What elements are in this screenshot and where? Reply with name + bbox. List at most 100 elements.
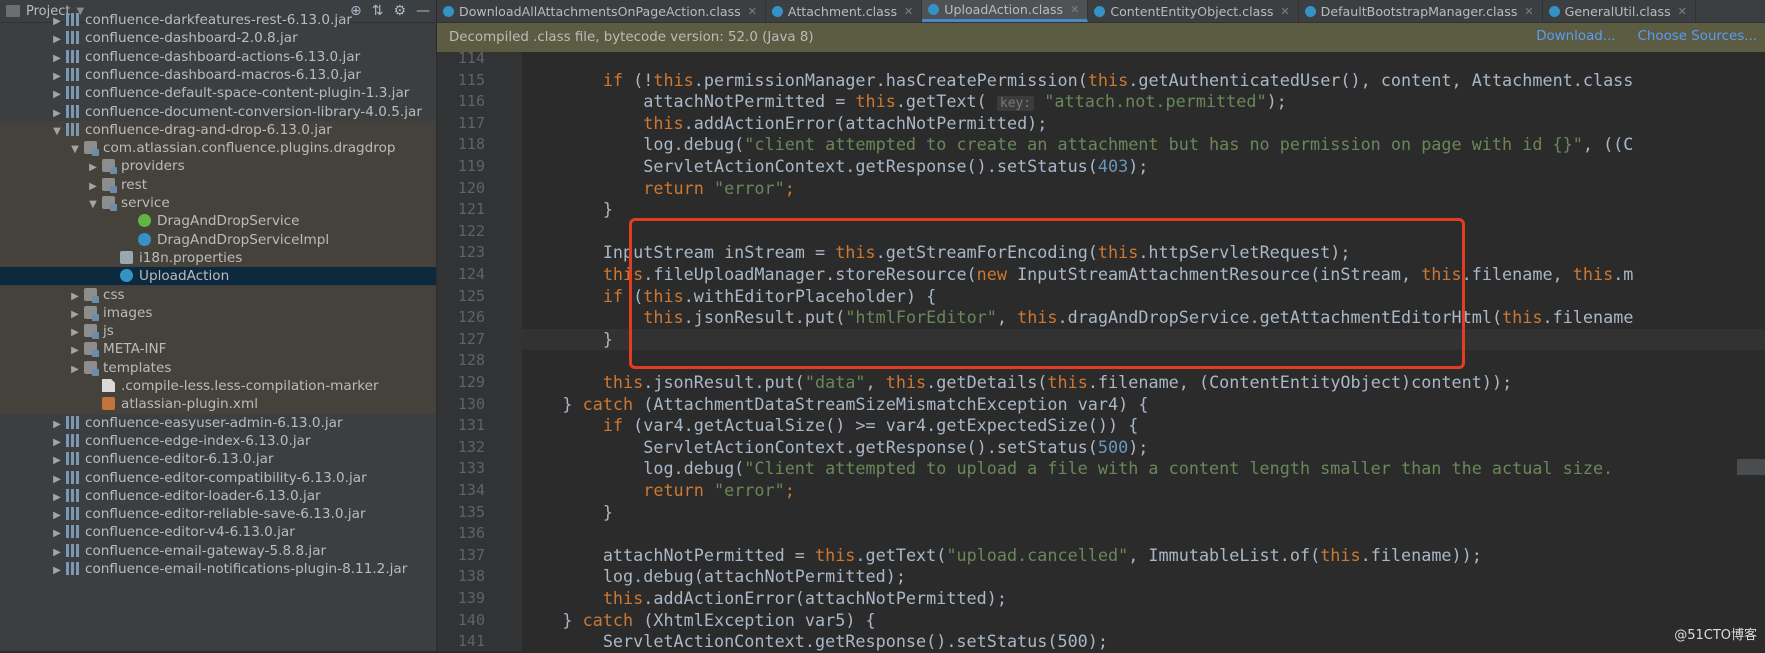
jar-icon (66, 433, 79, 447)
decompiled-banner: Decompiled .class file, bytecode version… (437, 23, 1765, 52)
tree-item-label: confluence-dashboard-2.0.8.jar (85, 30, 298, 47)
code-line[interactable]: } catch (XhtmlException var5) { (522, 610, 1765, 632)
tree-item[interactable]: ▶ providers (0, 157, 436, 176)
editor-tab[interactable]: UploadAction.class ✕ (922, 0, 1089, 22)
close-tab-icon[interactable]: ✕ (748, 5, 757, 18)
tree-item[interactable]: .compile-less.less-compilation-marker (0, 377, 436, 396)
jar-icon (66, 31, 79, 45)
class-icon (120, 269, 133, 283)
tree-item-label: css (103, 286, 125, 303)
tree-item-label: DragAndDropServiceImpl (157, 231, 330, 248)
tree-item-label: com.atlassian.confluence.plugins.dragdro… (103, 140, 396, 157)
tree-item-label: confluence-document-conversion-library-4… (85, 103, 422, 120)
package-icon (102, 177, 117, 193)
tree-item[interactable]: ▶ images (0, 303, 436, 323)
tree-item[interactable]: ▶ confluence-edge-index-6.13.0.jar (0, 432, 436, 450)
file-icon (102, 379, 115, 392)
code-line[interactable] (522, 523, 1765, 545)
code-line[interactable]: return "error"; (522, 178, 1765, 200)
code-line[interactable]: if (!this.permissionManager.hasCreatePer… (522, 70, 1765, 92)
code-line[interactable]: ServletActionContext.getResponse().setSt… (522, 437, 1765, 459)
code-line[interactable]: if (var4.getActualSize() >= var4.getExpe… (522, 415, 1765, 437)
tree-item[interactable]: ▼ service (0, 194, 436, 213)
line-number: 139 (457, 589, 485, 607)
tree-item[interactable]: ▶ confluence-default-space-content-plugin… (0, 84, 436, 102)
code-line[interactable]: ServletActionContext.getResponse().setSt… (522, 631, 1765, 651)
code-line[interactable]: ServletActionContext.getResponse().setSt… (522, 156, 1765, 178)
line-number: 121 (457, 200, 485, 219)
editor-tab[interactable]: Attachment.class ✕ (766, 0, 923, 22)
code-line[interactable]: log.debug("client attempted to create an… (522, 134, 1765, 156)
code-line[interactable]: this.jsonResult.put("data", this.getDeta… (522, 372, 1765, 394)
tree-item-label: rest (121, 176, 148, 193)
line-number: 122 (457, 221, 485, 240)
code-line[interactable]: } (522, 502, 1765, 524)
close-tab-icon[interactable]: ✕ (1280, 5, 1289, 18)
line-number: 138 (457, 567, 485, 586)
jar-icon (66, 67, 79, 81)
close-tab-icon[interactable]: ✕ (1070, 3, 1079, 16)
tree-item[interactable]: ▶ META-INF (0, 340, 436, 359)
code-line[interactable]: return "error"; (522, 480, 1765, 502)
tree-item[interactable]: ▶ confluence-editor-reliable-save-6.13.0.… (0, 505, 436, 523)
choose-sources-link[interactable]: Choose Sources... (1638, 29, 1757, 44)
line-number: 140 (457, 610, 485, 629)
line-number: 133 (457, 459, 485, 478)
tree-item[interactable]: ▶ rest (0, 175, 436, 194)
class-file-icon (928, 4, 940, 15)
jar-icon (66, 86, 79, 100)
line-number: 135 (457, 502, 485, 521)
tree-item[interactable]: ▶ confluence-editor-compatibility-6.13.0.… (0, 469, 436, 487)
tree-item[interactable]: ▶ confluence-editor-v4-6.13.0.jar (0, 523, 436, 541)
close-tab-icon[interactable]: ✕ (1524, 5, 1533, 18)
tree-item[interactable]: UploadAction (0, 267, 436, 286)
tree-item[interactable]: ▶ templates (0, 358, 436, 377)
tree-item[interactable]: ▶ confluence-editor-loader-6.13.0.jar (0, 487, 436, 505)
tree-item[interactable]: ▼ confluence-drag-and-drop-6.13.0.jar (0, 120, 436, 140)
code-line[interactable]: this.addActionError(attachNotPermitted); (522, 113, 1765, 135)
line-number: 115 (457, 70, 485, 89)
close-tab-icon[interactable]: ✕ (904, 5, 913, 18)
tree-item-label: DragAndDropService (157, 213, 300, 230)
scrollbar-marker[interactable] (1737, 459, 1765, 475)
line-number-gutter: 114 115 116 117 118 119 120 121 122 123 124 125 126 1… (437, 49, 522, 651)
package-icon (84, 305, 99, 321)
tree-item[interactable]: ▶ js (0, 322, 436, 341)
tree-item[interactable]: DragAndDropService (0, 212, 436, 231)
tab-label: DefaultBootstrapManager.class (1320, 3, 1518, 19)
tree-item[interactable]: ▶ confluence-email-notifications-plugin-8… (0, 560, 436, 578)
tree-item[interactable]: ▼ com.atlassian.confluence.plugins.dragdr… (0, 139, 436, 158)
tree-item-label: confluence-editor-6.13.0.jar (85, 451, 274, 468)
editor-tab[interactable]: DefaultBootstrapManager.class ✕ (1299, 0, 1543, 22)
editor-tab[interactable]: ContentEntityObject.class ✕ (1088, 0, 1299, 22)
tree-item[interactable]: ▶ confluence-dashboard-2.0.8.jar (0, 29, 436, 47)
code-line[interactable]: attachNotPermitted = this.getText( key: … (522, 91, 1765, 113)
tree-item[interactable]: DragAndDropServiceImpl (0, 230, 436, 249)
jar-icon (66, 415, 79, 429)
code-line[interactable]: this.addActionError(attachNotPermitted); (522, 588, 1765, 610)
download-link[interactable]: Download... (1536, 29, 1615, 44)
code-line[interactable] (522, 52, 1765, 70)
tree-item[interactable]: atlassian-plugin.xml (0, 395, 436, 414)
line-number: 125 (457, 286, 485, 305)
code-line[interactable]: log.debug("Client attempted to upload a … (522, 458, 1765, 480)
collapsed-arrow-icon[interactable]: ▶ (52, 562, 62, 580)
code-line[interactable]: } catch (AttachmentDataStreamSizeMismatc… (522, 394, 1765, 416)
tree-item[interactable]: ▶ confluence-darkfeatures-rest-6.13.0.jar (0, 11, 436, 29)
editor-tab[interactable]: GeneralUtil.class ✕ (1543, 0, 1696, 22)
tree-item[interactable]: ▶ confluence-document-conversion-library-… (0, 103, 436, 121)
package-icon (102, 159, 117, 175)
code-line[interactable]: log.debug(attachNotPermitted); (522, 566, 1765, 588)
tree-item[interactable]: i18n.properties (0, 248, 436, 268)
tree-item[interactable]: ▶ confluence-editor-6.13.0.jar (0, 450, 436, 468)
jar-icon (66, 470, 79, 484)
close-tab-icon[interactable]: ✕ (1678, 5, 1687, 18)
tree-item[interactable]: ▶ confluence-dashboard-actions-6.13.0.jar (0, 48, 436, 66)
tree-item[interactable]: ▶ confluence-email-gateway-5.8.8.jar (0, 542, 436, 560)
tree-item[interactable]: ▶ confluence-dashboard-macros-6.13.0.jar (0, 66, 436, 84)
tree-item[interactable]: ▶ confluence-easyuser-admin-6.13.0.jar (0, 414, 436, 432)
class-file-icon (1094, 5, 1106, 17)
tree-item[interactable]: ▶ css (0, 285, 436, 304)
code-line[interactable]: attachNotPermitted = this.getText("uploa… (522, 545, 1765, 567)
editor-tab[interactable]: DownloadAllAttachmentsOnPageAction.class… (437, 0, 766, 22)
